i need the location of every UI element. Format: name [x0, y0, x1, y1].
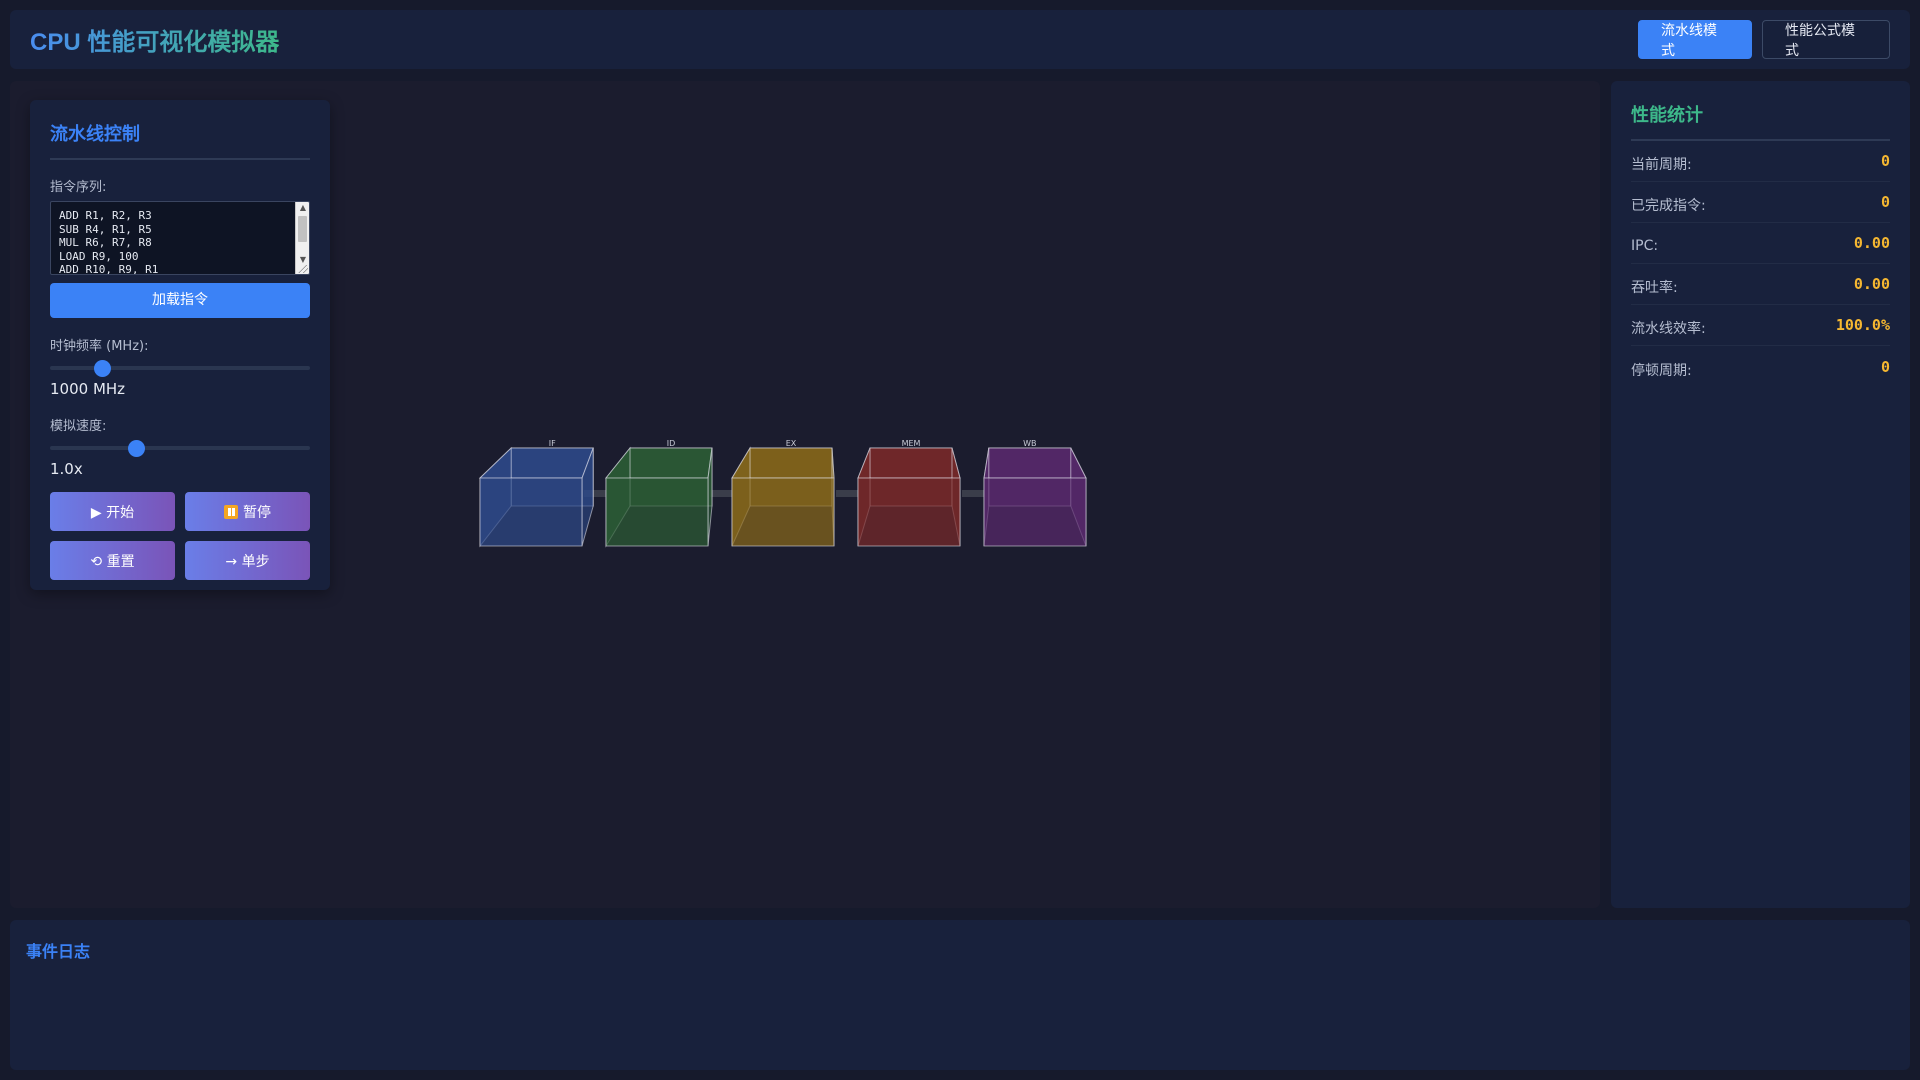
control-panel-title: 流水线控制 [50, 120, 310, 160]
reset-button[interactable]: ⟲ 重置 [50, 541, 175, 580]
clock-slider-track[interactable] [50, 366, 310, 370]
pipeline-stage-wb: WB [983, 439, 1087, 547]
stat-row-completed: 已完成指令: 0 [1631, 182, 1890, 223]
instruction-scrollbar[interactable]: ▲ ▼ [295, 202, 309, 274]
stat-value: 0 [1880, 152, 1890, 170]
pipeline-stage-mem: MEM [857, 439, 961, 547]
clock-frequency-value: 1000 MHz [50, 380, 126, 398]
scroll-up-arrow-icon[interactable]: ▲ [296, 202, 309, 214]
resize-grip-icon[interactable] [298, 265, 308, 273]
stat-row-ipc: IPC: 0.00 [1631, 223, 1890, 264]
pause-icon [224, 504, 238, 519]
stat-row-throughput: 吞吐率: 0.00 [1631, 264, 1890, 305]
sim-speed-value: 1.0x [50, 460, 83, 478]
event-log-title: 事件日志 [26, 942, 91, 961]
clock-frequency-slider[interactable] [50, 360, 310, 377]
stat-label: 流水线效率: [1631, 321, 1706, 337]
stage-connector [836, 490, 858, 497]
stage-label: WB [1023, 439, 1036, 448]
app-title: CPU 性能可视化模拟器 [30, 22, 279, 57]
stat-row-current-cycle: 当前周期: 0 [1631, 141, 1890, 182]
stat-row-efficiency: 流水线效率: 100.0% [1631, 305, 1890, 346]
top-header: CPU 性能可视化模拟器 流水线模式 性能公式模式 [10, 10, 1910, 69]
instruction-textarea[interactable]: ADD R1, R2, R3 SUB R4, R1, R5 MUL R6, R7… [50, 201, 310, 275]
sim-speed-group: 模拟速度: 1.0x [50, 415, 310, 478]
stage-label: ID [667, 439, 676, 448]
stat-value: 0.00 [1853, 234, 1890, 252]
stat-value: 0 [1880, 193, 1890, 211]
pipeline-mode-button[interactable]: 流水线模式 [1638, 20, 1752, 59]
stage-label: EX [786, 439, 797, 448]
pause-button[interactable]: 暂停 [185, 492, 310, 531]
pipeline-stage-id: ID [604, 439, 713, 548]
clock-slider-thumb[interactable] [94, 360, 111, 377]
pipeline-control-panel: 流水线控制 指令序列: ADD R1, R2, R3 SUB R4, R1, R… [30, 100, 330, 590]
pipeline-stage-if: IF [478, 439, 594, 548]
step-button[interactable]: → 单步 [185, 541, 310, 580]
instruction-label: 指令序列: [50, 180, 107, 195]
stat-value: 0.00 [1853, 275, 1890, 293]
formula-mode-button[interactable]: 性能公式模式 [1762, 20, 1890, 59]
stat-label: 吞吐率: [1631, 280, 1678, 296]
pipeline-stages-3d: IF ID EX MEM WB [478, 439, 1087, 548]
load-instructions-button[interactable]: 加载指令 [50, 283, 310, 318]
instruction-text: ADD R1, R2, R3 SUB R4, R1, R5 MUL R6, R7… [59, 209, 159, 275]
pipeline-stage-ex: EX [731, 439, 835, 547]
stage-label: IF [549, 439, 556, 448]
stat-label: 停顿周期: [1631, 362, 1692, 379]
sim-speed-label: 模拟速度: [50, 419, 107, 434]
clock-frequency-group: 时钟频率 (MHz): 1000 MHz [50, 335, 310, 398]
stage-label: MEM [902, 439, 921, 448]
pause-label: 暂停 [243, 504, 271, 521]
stage-connector [962, 490, 984, 497]
stat-label: 当前周期: [1631, 157, 1692, 173]
speed-slider-track[interactable] [50, 446, 310, 450]
start-button[interactable]: ▶ 开始 [50, 492, 175, 531]
event-log-panel: 事件日志 [10, 920, 1910, 1070]
speed-slider-thumb[interactable] [127, 440, 145, 457]
stat-label: IPC: [1631, 238, 1659, 254]
stat-row-stalls: 停顿周期: 0 [1631, 346, 1890, 387]
stat-value: 0 [1880, 357, 1890, 376]
control-buttons: ▶ 开始 暂停 ⟲ 重置 → 单步 [50, 492, 310, 580]
mode-switcher: 流水线模式 性能公式模式 [1638, 20, 1890, 59]
stat-label: 已完成指令: [1631, 198, 1706, 214]
stat-value: 100.0% [1835, 316, 1890, 334]
sim-speed-slider[interactable] [50, 440, 310, 457]
clock-frequency-label: 时钟频率 (MHz): [50, 339, 149, 354]
scroll-thumb[interactable] [298, 216, 307, 242]
stats-title: 性能统计 [1631, 101, 1890, 141]
app-root: CPU 性能可视化模拟器 流水线模式 性能公式模式 流水线控制 指令序列: AD… [0, 0, 1920, 1080]
stage-connector [710, 490, 732, 497]
performance-stats-panel: 性能统计 当前周期: 0 已完成指令: 0 IPC: 0.00 吞吐率: 0.0… [1611, 81, 1910, 908]
